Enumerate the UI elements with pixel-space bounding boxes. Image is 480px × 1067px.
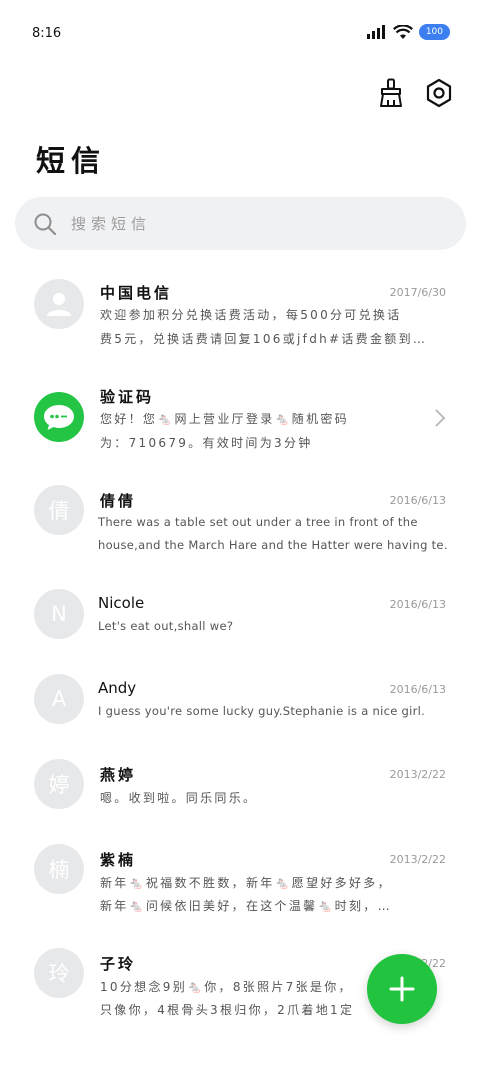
message-preview-line2: 费5元，兑换话费请回复106或jfdh#话费金额到… (100, 332, 428, 346)
contact-name: 紫楠 (100, 851, 137, 869)
avatar: 倩 (34, 485, 84, 535)
wifi-icon (392, 24, 413, 39)
contact-name: 燕婷 (100, 766, 137, 784)
page-title: 短信 (36, 144, 107, 178)
message-date: 2013/2/22 (389, 853, 446, 866)
avatar: 楠 (34, 844, 84, 894)
search-bar[interactable] (15, 197, 466, 250)
contact-name: Nicole (98, 594, 145, 612)
message-preview-line1: 欢迎参加积分兑换话费活动，每500分可兑换话 (100, 308, 402, 322)
list-item[interactable]: 验证码 您好！您🐁网上营业厅登录🐁随机密码 为：710679。有效时间为3分钟 (0, 366, 480, 470)
plus-icon (389, 976, 415, 1002)
top-actions (376, 76, 454, 110)
message-preview-line1: There was a table set out under a tree i… (98, 515, 418, 529)
avatar (34, 279, 84, 329)
list-item[interactable]: 楠 紫楠 2013/2/22 新年🐁祝福数不胜数，新年🐁愿望好多好多， 新年🐁问… (0, 829, 480, 933)
signal-icon (366, 25, 385, 39)
avatar: A (34, 674, 84, 724)
message-preview-line1: 您好！您🐁网上营业厅登录🐁随机密码 (100, 412, 349, 426)
message-preview-line1: I guess you're some lucky guy.Stephanie … (98, 704, 426, 718)
list-item[interactable]: 中国电信 2017/6/30 欢迎参加积分兑换话费活动，每500分可兑换话 费5… (0, 262, 480, 366)
contact-name: Andy (98, 679, 137, 697)
settings-hexagon-icon (426, 78, 452, 108)
list-item[interactable]: N Nicole 2016/6/13 Let's eat out,shall w… (0, 574, 480, 659)
list-item[interactable]: A Andy 2016/6/13 I guess you're some luc… (0, 659, 480, 744)
settings-button[interactable] (424, 76, 454, 110)
message-preview-line2: house,and the March Hare and the Hatter … (98, 538, 448, 552)
avatar: N (34, 589, 84, 639)
message-preview-line2: 为：710679。有效时间为3分钟 (100, 436, 313, 450)
new-message-button[interactable] (367, 954, 437, 1024)
chat-bubble-icon (44, 405, 74, 430)
list-item[interactable]: 倩 倩倩 2016/6/13 There was a table set out… (0, 470, 480, 574)
status-icons: 100 (366, 24, 450, 40)
status-time: 8:16 (32, 26, 62, 41)
message-date: 2016/6/13 (389, 683, 446, 696)
contact-name: 中国电信 (100, 284, 173, 302)
clean-button[interactable] (376, 76, 406, 110)
contact-name: 子玲 (100, 955, 137, 973)
message-date: 2016/6/13 (389, 494, 446, 507)
list-item[interactable]: 婷 燕婷 2013/2/22 嗯。收到啦。同乐同乐。 (0, 744, 480, 829)
message-preview-line1: 嗯。收到啦。同乐同乐。 (100, 791, 258, 805)
message-preview-line2: 新年🐁问候依旧美好，在这个温馨🐁时刻，… (100, 899, 392, 913)
message-preview-line1: 新年🐁祝福数不胜数，新年🐁愿望好多好多， (100, 876, 392, 890)
broom-icon (380, 78, 402, 107)
message-date: 2016/6/13 (389, 598, 446, 611)
avatar: 婷 (34, 759, 84, 809)
search-input[interactable] (69, 213, 373, 234)
chevron-right-icon (435, 409, 446, 427)
message-date: 2017/6/30 (389, 286, 446, 299)
contact-name: 验证码 (100, 388, 155, 406)
person-icon (47, 293, 71, 316)
message-preview-line1: Let's eat out,shall we? (98, 619, 234, 633)
message-date: 2013/2/22 (389, 768, 446, 781)
search-icon (33, 212, 57, 236)
avatar (34, 392, 84, 442)
status-bar: 8:16 100 (0, 0, 480, 60)
contact-name: 倩倩 (100, 492, 137, 510)
avatar: 玲 (34, 948, 84, 998)
battery-indicator: 100 (418, 24, 450, 40)
